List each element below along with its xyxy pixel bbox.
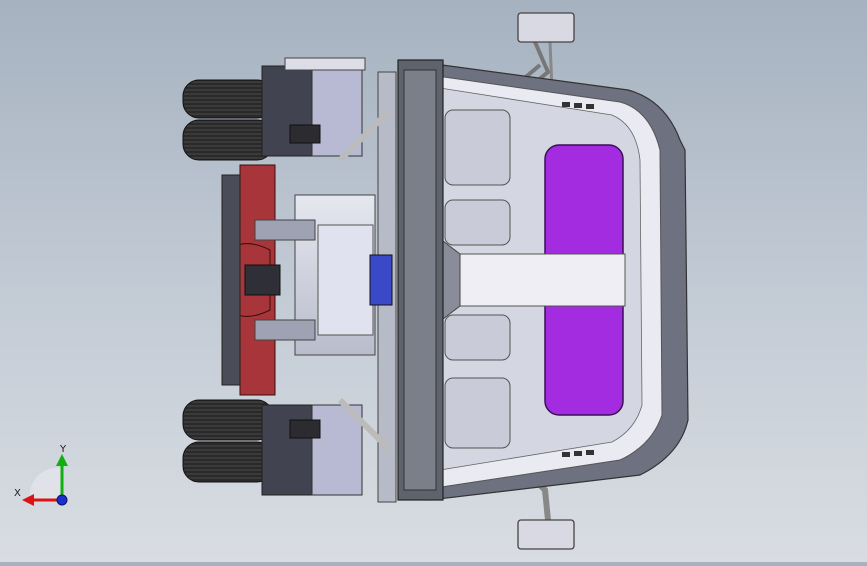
cad-model-view[interactable]: Y X (0, 0, 867, 562)
rear-tires-top (182, 79, 274, 161)
rear-tires-bottom (182, 399, 274, 483)
triad-z-axis (56, 494, 68, 506)
cab-shell (419, 61, 689, 501)
view-orientation-triad: Y X (14, 444, 68, 506)
cad-3d-viewport[interactable]: Y X (0, 0, 867, 562)
triad-x-label: X (14, 488, 21, 499)
triad-y-label: Y (59, 444, 67, 455)
drivetrain (244, 107, 393, 453)
